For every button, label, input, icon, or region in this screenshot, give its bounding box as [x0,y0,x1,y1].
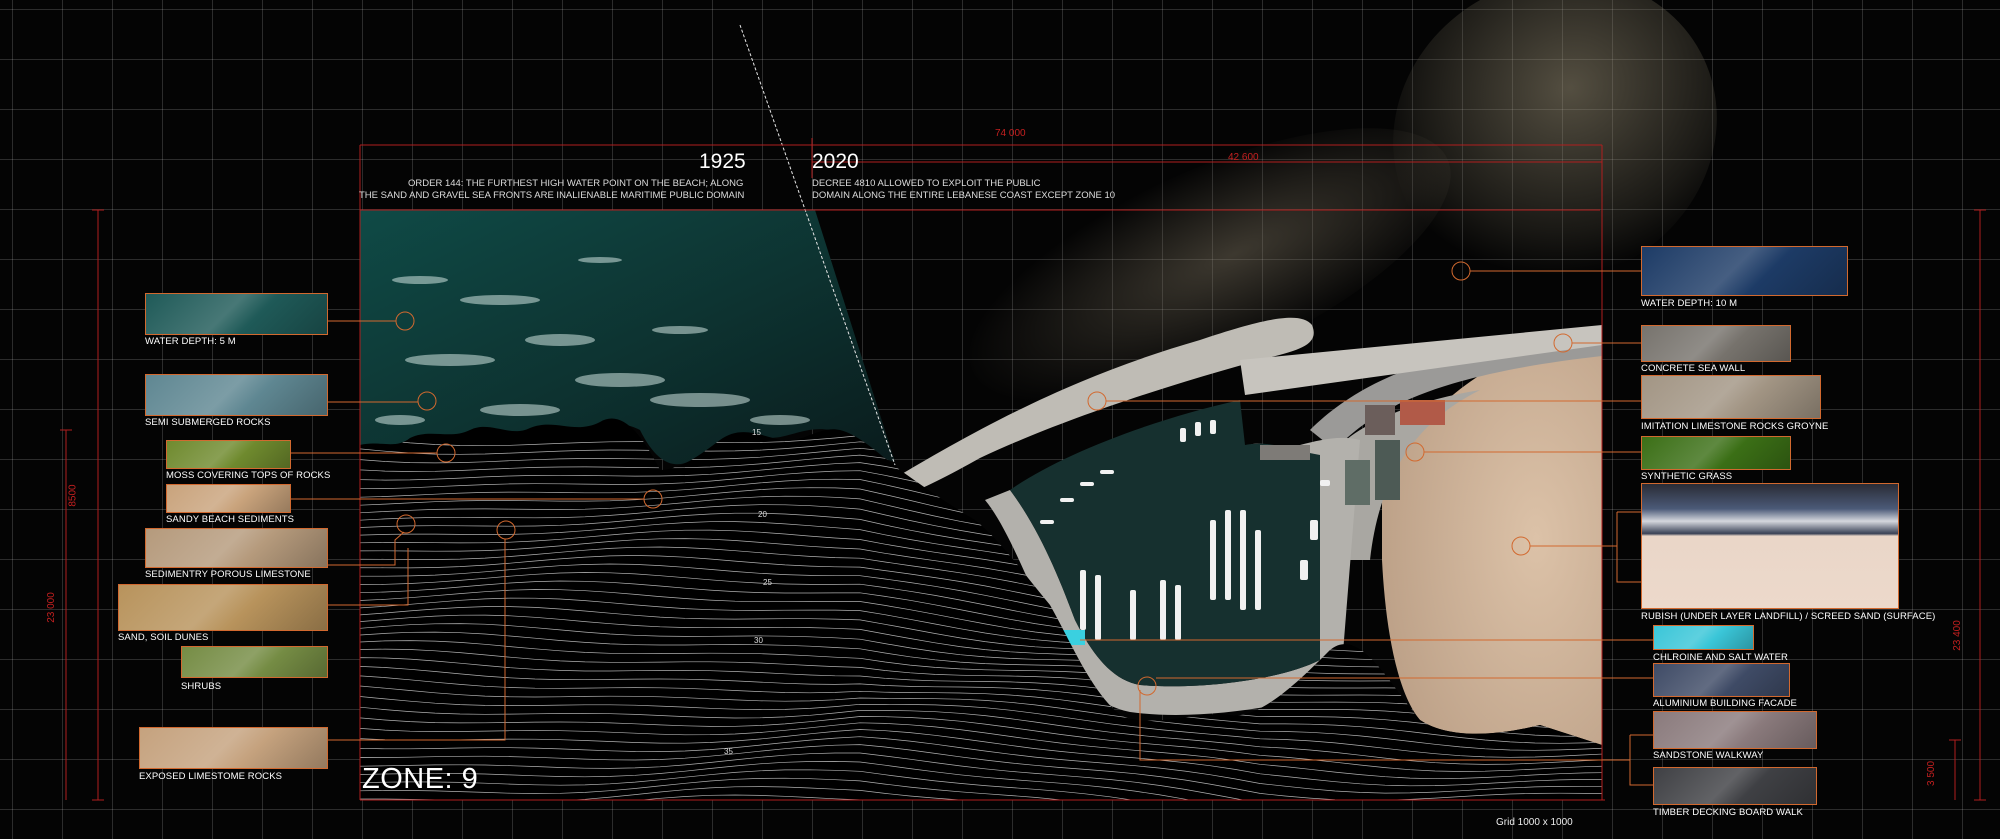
label-sand-soil-dunes: SAND, SOIL DUNES [118,632,209,643]
swatch-moss [166,440,291,469]
label-synthetic-grass: SYNTHETIC GRASS [1641,471,1733,482]
label-aluminium-facade: ALUMINIUM BUILDING FACADE [1653,698,1797,709]
label-water-depth-5m: WATER DEPTH: 5 M [145,336,236,347]
site-analysis-board: 15 20 25 30 35 1925 2020 ORDER 144: THE … [0,0,2000,839]
svg-text:20: 20 [758,510,767,519]
svg-text:25: 25 [763,578,772,587]
label-timber-decking: TIMBER DECKING BOARD WALK [1653,807,1803,818]
dimension-left-inner: 8500 [67,484,79,507]
swatch-chlorine-salt-water [1653,625,1754,650]
svg-text:15: 15 [752,428,761,437]
swatch-semi-submerged-rocks [145,374,328,416]
order-144-note-line1: ORDER 144: THE FURTHEST HIGH WATER POINT… [408,178,744,189]
swatch-imitation-limestone [1641,375,1821,419]
swatch-water-depth-10m [1641,246,1848,296]
label-exposed-limestone: EXPOSED LIMESTOME ROCKS [139,771,283,782]
label-water-depth-10m: WATER DEPTH: 10 M [1641,298,1738,309]
label-imitation-limestone: IMITATION LIMESTONE ROCKS GROYNE [1641,421,1829,432]
swatch-exposed-limestone [139,727,328,769]
swatch-sandstone-walkway [1653,711,1817,749]
dimension-left-outer: 23 000 [45,592,57,623]
dimension-right-outer: 23 400 [1951,620,1963,651]
swatch-rubbish-screed-sand [1641,483,1899,609]
year-2020: 2020 [812,150,859,173]
swatch-shrubs [181,646,328,678]
label-chlorine-salt-water: CHLROINE AND SALT WATER [1653,652,1788,663]
dimension-top-right: 42 600 [1228,152,1259,163]
label-sandstone-walkway: SANDSTONE WALKWAY [1653,750,1764,761]
swatch-sand-soil-dunes [118,584,328,631]
dimension-top-total: 74 000 [995,128,1026,139]
swatch-porous-limestone [145,528,328,568]
label-shrubs: SHRUBS [181,681,222,692]
dimension-right-inner: 3 500 [1926,760,1938,787]
swatch-concrete-sea-wall [1641,325,1791,362]
swatch-sandy-beach [166,484,291,513]
swatch-timber-decking [1653,767,1817,805]
label-semi-submerged-rocks: SEMI SUBMERGED ROCKS [145,417,271,428]
year-1925: 1925 [699,150,746,173]
zone-label: ZONE: 9 [362,763,479,795]
label-concrete-sea-wall: CONCRETE SEA WALL [1641,363,1746,374]
decree-4810-note-line1: DECREE 4810 ALLOWED TO EXPLOIT THE PUBLI… [812,178,1041,189]
order-144-note-line2: THE SAND AND GRAVEL SEA FRONTS ARE INALI… [359,190,745,201]
svg-text:30: 30 [754,636,763,645]
label-porous-limestone: SEDIMENTRY POROUS LIMESTONE [145,569,311,580]
swatch-synthetic-grass [1641,436,1791,470]
svg-text:35: 35 [724,747,733,756]
label-rubbish-screed-sand: RUBISH (UNDER LAYER LANDFILL) / SCREED S… [1641,611,1936,622]
grid-scale-label: Grid 1000 x 1000 [1496,817,1573,828]
swatch-water-depth-5m [145,293,328,335]
label-moss: MOSS COVERING TOPS OF ROCKS [166,470,331,481]
label-sandy-beach: SANDY BEACH SEDIMENTS [166,514,295,525]
decree-4810-note-line2: DOMAIN ALONG THE ENTIRE LEBANESE COAST E… [812,190,1116,201]
swatch-aluminium-facade [1653,663,1790,697]
